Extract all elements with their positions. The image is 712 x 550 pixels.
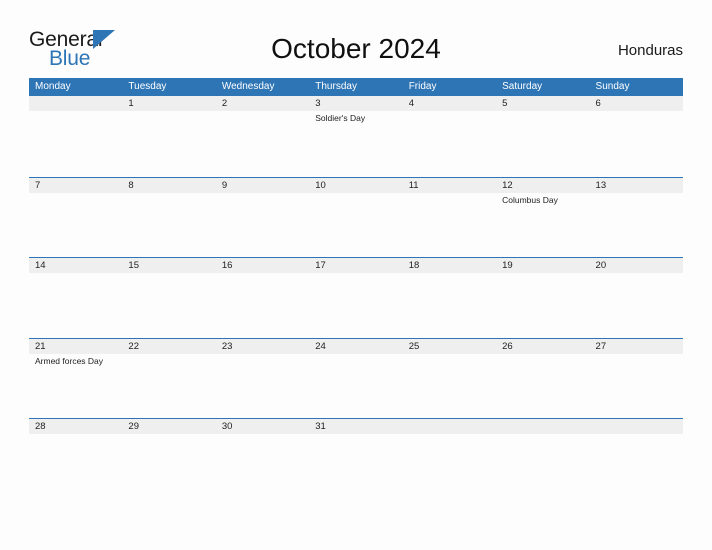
calendar-grid: Monday Tuesday Wednesday Thursday Friday Satu…: [29, 78, 683, 499]
calendar-day-cell[interactable]: 22: [122, 339, 215, 418]
calendar-week-row: 28 29 30 31: [29, 418, 683, 499]
calendar-day-cell[interactable]: 17: [309, 258, 402, 337]
weekday-header-friday: Friday: [408, 81, 437, 92]
calendar-day-cell[interactable]: 15: [122, 258, 215, 337]
calendar-day-cell[interactable]: 1: [122, 96, 215, 175]
calendar-day-cell[interactable]: 27: [590, 339, 683, 418]
calendar-day-cell[interactable]: 6: [590, 96, 683, 175]
day-number: 28: [35, 421, 46, 433]
calendar-day-cell[interactable]: 14: [29, 258, 122, 337]
calendar-day-cell[interactable]: 21 Armed forces Day: [29, 339, 122, 418]
day-number: 14: [35, 260, 46, 272]
day-number: 15: [128, 260, 139, 272]
calendar-day-cell[interactable]: 28: [29, 419, 122, 498]
holiday-label: Armed forces Day: [35, 355, 104, 366]
calendar-day-cell[interactable]: 26: [496, 339, 589, 418]
day-number: 13: [595, 179, 607, 191]
weekday-header-saturday: Saturday: [502, 81, 543, 92]
calendar-day-cell[interactable]: 25: [403, 339, 496, 418]
calendar-day-cell[interactable]: 11: [403, 178, 496, 257]
calendar-day-cell[interactable]: 20: [590, 258, 683, 337]
calendar-day-cell[interactable]: 4: [403, 96, 496, 175]
calendar-day-cell[interactable]: 8: [122, 178, 215, 257]
day-number: 12: [502, 179, 513, 191]
day-number: 7: [35, 179, 41, 191]
calendar-week-row: 1 2 3 Soldier's Day 4 5 6: [29, 96, 683, 177]
weekday-header-thursday: Thursday: [315, 81, 357, 92]
calendar-day-cell[interactable]: 7: [29, 178, 122, 257]
calendar-day-cell[interactable]: 13: [590, 178, 683, 257]
day-number: 6: [595, 98, 601, 109]
calendar-day-cell[interactable]: 3 Soldier's Day: [309, 96, 402, 175]
day-number: 25: [408, 340, 420, 352]
calendar-day-cell[interactable]: 5: [496, 96, 589, 175]
calendar-day-cell[interactable]: 19: [496, 258, 589, 337]
calendar-day-cell-empty: [496, 419, 589, 498]
day-number: 16: [221, 260, 233, 272]
day-number: 19: [502, 260, 513, 272]
day-number: 26: [502, 340, 513, 352]
calendar-week-row: 14 15 16 17 18 19 20: [29, 257, 683, 338]
day-number: 3: [315, 98, 321, 109]
calendar-week-row: 7 8 9 10 11 12 Columbus Day 13: [29, 176, 683, 258]
day-number: 10: [315, 179, 326, 191]
calendar-day-cell[interactable]: 9: [216, 178, 309, 257]
calendar-day-cell-empty: [590, 419, 683, 498]
calendar-page: General Blue October 2024 Honduras Monda…: [0, 0, 712, 550]
calendar-weeks: 1 2 3 Soldier's Day 4 5 6 7 8 9 10 11 12 Columbus Day…: [29, 96, 683, 499]
weekday-header-tuesday: Tuesday: [128, 81, 167, 92]
calendar-day-cell[interactable]: 30: [216, 419, 309, 498]
weekday-header-wednesday: Wednesday: [221, 81, 275, 92]
week-cells: 14 15 16 17 18 19 20: [29, 258, 683, 337]
week-cells: 7 8 9 10 11 12 Columbus Day 13: [29, 178, 683, 257]
day-number: 1: [128, 98, 134, 109]
day-number: 2: [221, 98, 228, 109]
day-number: 31: [315, 421, 326, 433]
day-number: 22: [128, 340, 139, 352]
day-number: 30: [221, 421, 233, 433]
day-number: 20: [595, 260, 607, 272]
day-number: 21: [35, 340, 46, 352]
calendar-day-cell[interactable]: 24: [309, 339, 402, 418]
day-number: 29: [128, 421, 139, 433]
page-title: October 2024: [271, 33, 441, 64]
day-number: 18: [408, 260, 420, 272]
week-cells: 21 Armed forces Day 22 23 24 25 26 27: [29, 339, 683, 418]
week-cells: 1 2 3 Soldier's Day 4 5 6: [29, 96, 683, 175]
day-number: 27: [595, 340, 607, 352]
day-number: 9: [221, 179, 228, 191]
day-number: 5: [502, 98, 508, 109]
calendar-day-cell[interactable]: 31: [309, 419, 402, 498]
calendar-day-cell[interactable]: 29: [122, 419, 215, 498]
country-label: Honduras: [617, 42, 683, 59]
calendar-day-cell[interactable]: 2: [216, 96, 309, 175]
day-number: 23: [221, 340, 233, 352]
calendar-day-cell[interactable]: 18: [403, 258, 496, 337]
day-number: 24: [315, 340, 326, 352]
calendar-day-cell[interactable]: 10: [309, 178, 402, 257]
weekday-header-monday: Monday: [35, 81, 71, 92]
calendar-day-cell[interactable]: 16: [216, 258, 309, 337]
holiday-label: Soldier's Day: [315, 113, 366, 123]
weekday-header-row: Monday Tuesday Wednesday Thursday Friday Satu…: [29, 78, 683, 96]
calendar-day-cell[interactable]: 23: [216, 339, 309, 418]
day-number: 8: [128, 179, 134, 191]
weekday-header-sunday: Sunday: [595, 81, 630, 92]
week-cells: 28 29 30 31: [29, 419, 683, 498]
calendar-week-row: 21 Armed forces Day 22 23 24 25 26 27: [29, 337, 683, 419]
day-number: 17: [315, 260, 326, 272]
day-number: 4: [408, 98, 414, 109]
calendar-day-cell-empty: [403, 419, 496, 498]
day-number: 11: [408, 179, 419, 191]
calendar-day-cell[interactable]: 12 Columbus Day: [496, 178, 589, 257]
calendar-day-cell-empty: [29, 96, 122, 175]
page-header: General Blue October 2024 Honduras: [0, 0, 712, 78]
holiday-label: Columbus Day: [502, 194, 558, 205]
